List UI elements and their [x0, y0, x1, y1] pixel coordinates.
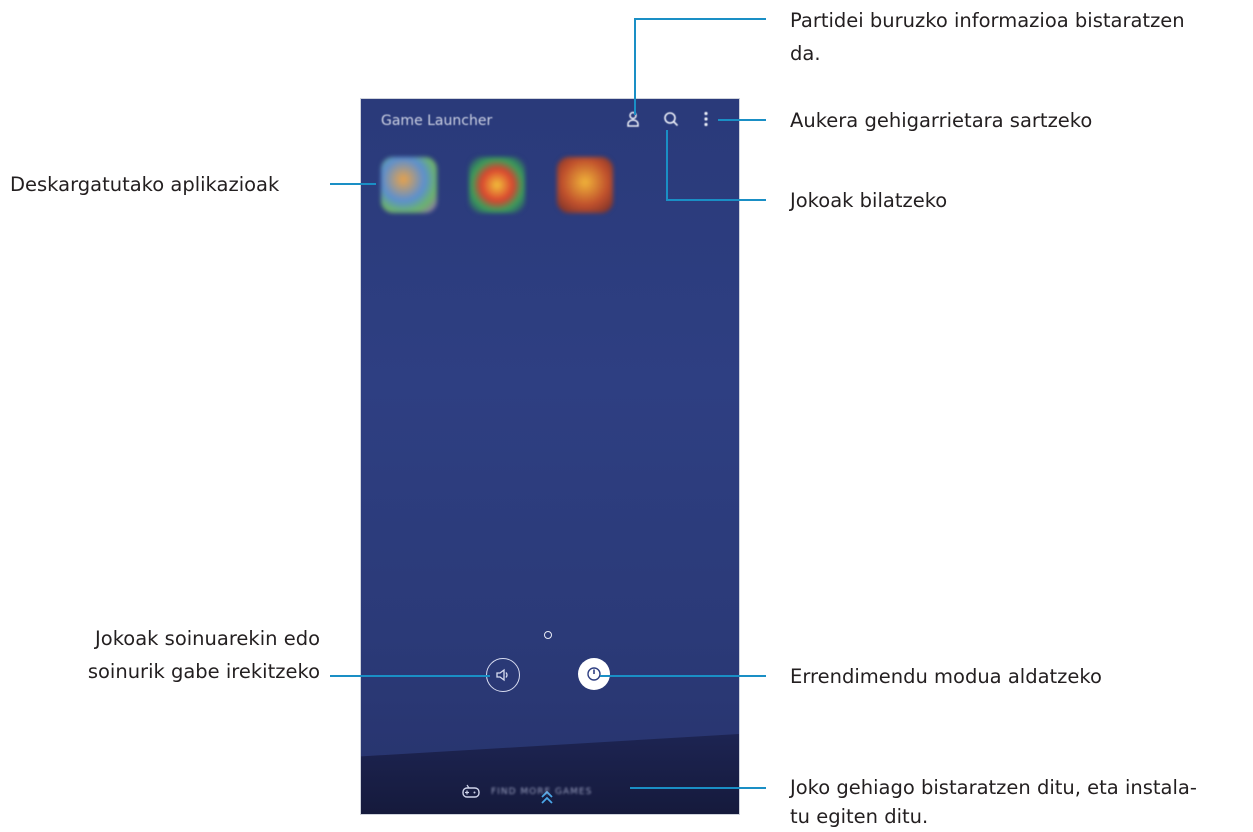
callout-line-downloaded	[330, 183, 376, 185]
game-icon	[469, 157, 525, 213]
callout-more-games-line2: tu egiten ditu.	[790, 805, 929, 828]
gamepad-icon	[462, 784, 480, 798]
callout-more-options: Aukera gehigarrietara sartzeko	[790, 109, 1093, 132]
callout-profile-line1: Partidei buruzko informazioa bistaratzen	[790, 9, 1185, 32]
find-more-games-button[interactable]: FIND MORE GAMES	[461, 782, 592, 802]
more-vert-icon[interactable]	[703, 111, 709, 131]
game-icon	[381, 157, 437, 213]
game-app-2[interactable]	[461, 157, 533, 219]
find-more-games-label: FIND MORE GAMES	[491, 787, 593, 797]
callout-line-sound	[330, 675, 490, 677]
app-title: Game Launcher	[381, 113, 493, 129]
callout-line-search-h	[666, 199, 766, 201]
callout-search: Jokoak bilatzeko	[790, 189, 948, 212]
game-app-1[interactable]	[373, 157, 445, 219]
callout-downloaded: Deskargatutako aplikazioak	[10, 173, 280, 196]
callout-line-more	[718, 119, 766, 121]
callout-line-profile-v	[634, 18, 636, 115]
callout-sound-line1: Jokoak soinuarekin edo	[95, 627, 320, 650]
callout-line-profile-h	[634, 18, 766, 20]
speaker-icon[interactable]	[486, 658, 520, 692]
game-icon	[557, 157, 613, 213]
phone-screen: Game Launcher FIND MORE GAMES	[360, 98, 740, 815]
callout-line-search-v	[666, 130, 668, 200]
callout-line-more-games	[630, 787, 766, 789]
callout-sound-line2: soinurik gabe irekitzeko	[87, 660, 320, 683]
performance-icon[interactable]	[578, 658, 610, 690]
game-app-3[interactable]	[549, 157, 621, 219]
callout-line-performance	[600, 675, 766, 677]
callout-more-games-line1: Joko gehiago bistaratzen ditu, eta insta…	[790, 776, 1197, 799]
callout-performance: Errendimendu modua aldatzeko	[790, 665, 1102, 688]
page-indicator	[544, 631, 552, 639]
callout-profile-line2: da.	[790, 42, 821, 65]
person-icon[interactable]	[626, 111, 640, 131]
search-icon[interactable]	[663, 111, 679, 131]
